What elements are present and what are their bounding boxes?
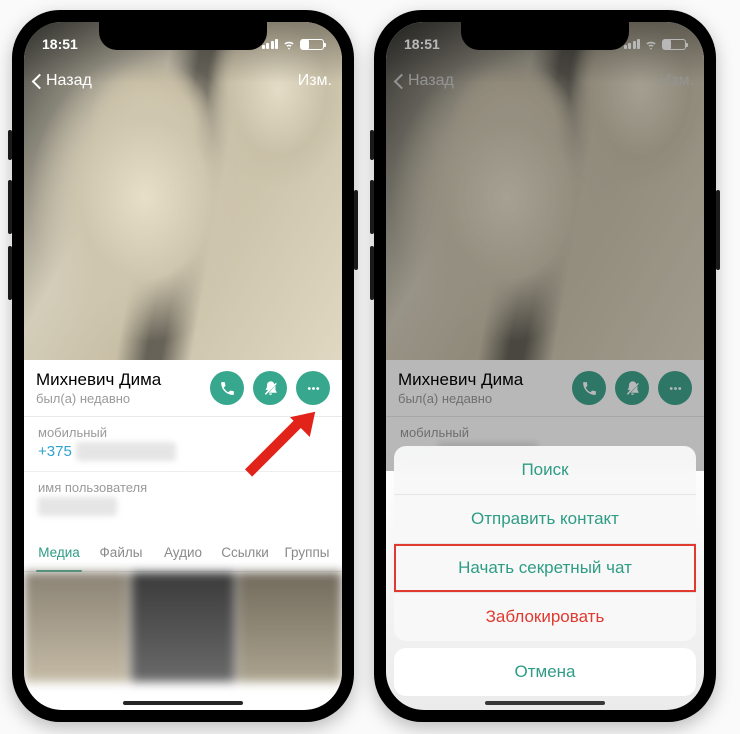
tab-audio[interactable]: Аудио (152, 534, 214, 571)
more-icon (305, 380, 322, 397)
more-icon (667, 380, 684, 397)
back-button[interactable]: Назад (34, 72, 92, 90)
device-notch (99, 22, 267, 50)
home-indicator[interactable] (485, 701, 605, 705)
more-button[interactable] (296, 371, 330, 405)
wifi-icon (644, 37, 658, 51)
sheet-block[interactable]: Заблокировать (394, 593, 696, 641)
more-button (658, 371, 692, 405)
contact-status: был(а) недавно (36, 391, 210, 406)
tab-links[interactable]: Ссылки (214, 534, 276, 571)
media-grid[interactable] (24, 572, 342, 682)
phone-label: мобильный (38, 425, 328, 440)
chevron-left-icon (32, 73, 48, 89)
phone-mockup-left: 18:51 Назад Изм. Михневич Д (12, 10, 354, 722)
edit-button: Изм. (660, 72, 694, 90)
mute-button (615, 371, 649, 405)
contact-name: Михневич Дима (398, 370, 572, 390)
media-tabs: Медиа Файлы Аудио Ссылки Группы (24, 534, 342, 572)
contact-header: Михневич Дима был(а) недавно (24, 360, 342, 417)
back-button: Назад (396, 72, 454, 90)
tab-media[interactable]: Медиа (28, 534, 90, 571)
phone-label: мобильный (400, 425, 690, 440)
contact-photo[interactable]: Назад Изм. (24, 22, 342, 360)
call-button[interactable] (210, 371, 244, 405)
bell-slash-icon (262, 380, 279, 397)
contact-status: был(а) недавно (398, 391, 572, 406)
contact-photo: Назад Изм. (386, 22, 704, 360)
device-notch (461, 22, 629, 50)
username-label: имя пользователя (38, 480, 328, 495)
battery-icon (662, 39, 686, 50)
home-indicator[interactable] (123, 701, 243, 705)
sheet-send-contact[interactable]: Отправить контакт (394, 495, 696, 544)
tab-files[interactable]: Файлы (90, 534, 152, 571)
call-icon (219, 380, 236, 397)
username-section[interactable]: имя пользователя username (24, 471, 342, 526)
phone-value: +375 (38, 443, 72, 460)
wifi-icon (282, 37, 296, 51)
sheet-cancel[interactable]: Отмена (394, 648, 696, 696)
phone-section[interactable]: мобильный +375 00 000 00 00 (24, 417, 342, 471)
bell-slash-icon (624, 380, 641, 397)
status-time: 18:51 (42, 36, 78, 52)
sheet-secret-chat[interactable]: Начать секретный чат (394, 544, 696, 593)
phone-mockup-right: 18:51 Назад Изм. Михневич Д (374, 10, 716, 722)
battery-icon (300, 39, 324, 50)
contact-name: Михневич Дима (36, 370, 210, 390)
call-button (572, 371, 606, 405)
tab-groups[interactable]: Группы (276, 534, 338, 571)
chevron-left-icon (394, 73, 410, 89)
status-time: 18:51 (404, 36, 440, 52)
edit-button[interactable]: Изм. (298, 72, 332, 90)
mute-button[interactable] (253, 371, 287, 405)
sheet-search[interactable]: Поиск (394, 446, 696, 495)
action-sheet: Поиск Отправить контакт Начать секретный… (386, 440, 704, 710)
contact-header: Михневич Дима был(а) недавно (386, 360, 704, 417)
call-icon (581, 380, 598, 397)
